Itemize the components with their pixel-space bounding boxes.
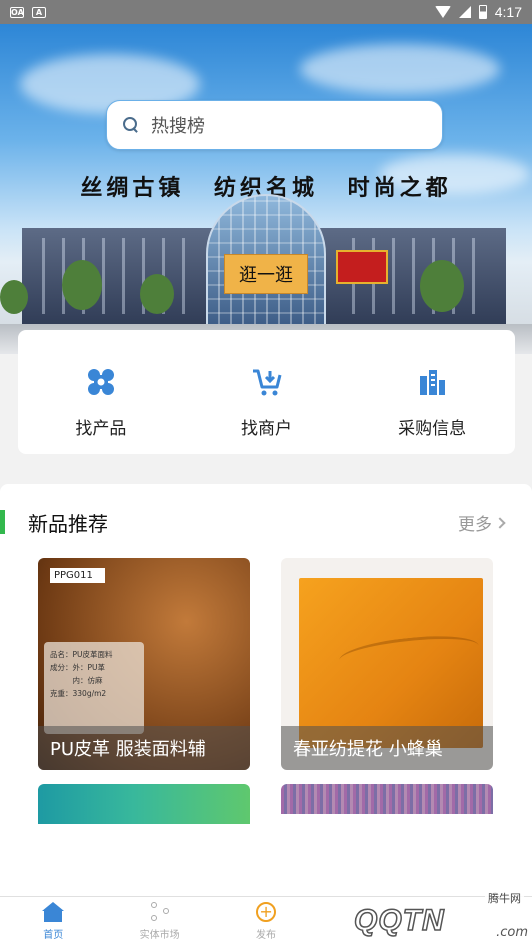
stroll-button[interactable]: 逛一逛 [224,254,308,294]
spec-line: 克重：330g/m2 [50,689,107,698]
app-notification-icon: A [32,6,46,18]
tab-label: 首页 [43,930,64,941]
new-products-section: 新品推荐 更多 PPG011 品名：PU皮革面料 成分：外：PU革 内：仿麻 克… [0,484,532,896]
spec-line: 品名：PU皮革面料 [50,650,113,659]
tree [420,260,464,312]
network-icon [149,902,171,922]
section-accent-bar [0,510,5,534]
quick-link-label: 采购信息 [398,419,467,439]
product-card[interactable]: 春亚纺提花 小蜂巢 [281,558,493,770]
search-icon [123,117,139,133]
product-grid-icon [87,369,114,395]
search-placeholder: 热搜榜 [151,116,205,137]
watermark: QQTN 腾牛网 .com [318,888,532,946]
tree [62,260,102,310]
signal-icon [458,6,471,18]
red-billboard [336,250,388,284]
watermark-logo: QQTN [353,903,445,938]
search-input[interactable]: 热搜榜 [106,100,443,150]
buildings-icon [420,370,446,395]
hero-banner: 热搜榜 丝绸古镇 纺织名城 时尚之都 逛一逛 [0,24,532,354]
product-spec-sheet: 品名：PU皮革面料 成分：外：PU革 内：仿麻 克重：330g/m2 [44,642,144,734]
more-link[interactable]: 更多 [458,510,506,535]
quick-link-label: 找商户 [241,419,292,439]
product-card[interactable] [38,784,250,824]
product-card[interactable]: PPG011 品名：PU皮革面料 成分：外：PU革 内：仿麻 克重：330g/m… [38,558,250,770]
quick-link-label: 找产品 [75,419,127,439]
product-code-tag: PPG011 [50,568,105,583]
status-time: 4:17 [494,4,522,20]
tree [0,280,28,314]
home-icon [42,902,65,922]
plus-circle-icon: + [256,902,277,922]
cloud [300,44,500,94]
product-caption: 春亚纺提花 小蜂巢 [281,726,493,770]
spec-line: 成分：外：PU革 [50,663,106,672]
battery-icon [478,5,487,19]
tab-physical-market[interactable]: 实体市场 [106,897,212,946]
quick-links-panel: 找产品 找商户 采购信息 [18,330,515,454]
tab-home[interactable]: 首页 [0,897,106,946]
cart-icon [252,369,281,396]
more-label: 更多 [458,515,492,535]
watermark-tag: 腾牛网 [485,890,524,906]
product-caption: PU皮革 服装面料辅 [38,726,250,770]
watermark-suffix: .com [496,925,528,940]
product-card[interactable] [281,784,493,814]
status-bar: OA A 4:17 [0,0,532,24]
tab-label: 发布 [256,930,277,941]
tab-publish[interactable]: + 发布 [213,897,319,946]
notification-icon: OA [10,6,24,18]
section-title: 新品推荐 [28,512,108,536]
quick-link-purchase-info[interactable]: 采购信息 [349,330,515,454]
tab-label: 实体市场 [139,930,180,941]
tree [140,274,174,314]
chevron-right-icon [494,516,506,529]
wifi-icon [434,6,451,18]
spec-line: 内：仿麻 [50,676,103,685]
quick-link-find-products[interactable]: 找产品 [18,330,184,454]
orange-fabric-image [299,578,483,748]
quick-link-find-merchants[interactable]: 找商户 [184,330,350,454]
